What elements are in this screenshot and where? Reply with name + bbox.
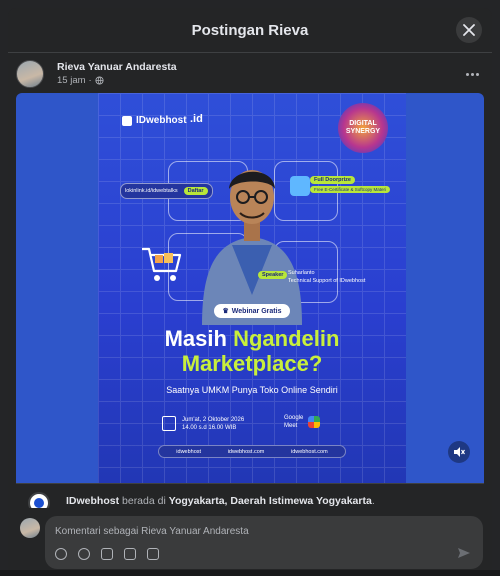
speaker-muted-icon [454,447,465,457]
calendar-icon [162,416,176,431]
caption-location-link[interactable]: Yogyakarta, Daerah Istimewa Yogyakarta [169,495,372,507]
poster-tagline: Saatnya UMKM Punya Toko Online Sendiri [166,385,338,395]
post-caption: IDwebhost berada di Yogyakarta, Daerah I… [16,483,484,514]
close-button[interactable] [456,17,482,43]
brand-label: IDwebhost [136,115,187,126]
post-meta: 15 jam · [57,75,104,86]
caption-page-link[interactable]: IDwebhost [66,495,119,507]
author-avatar[interactable] [16,60,44,88]
register-url: lokinlink.id/idwebtalks [125,188,178,194]
shopping-cart-icon [142,247,182,281]
headline-part-c: Marketplace? [181,351,323,376]
speaker-role: Technical Support of IDwebhost [288,278,366,284]
camera-icon[interactable] [101,548,113,560]
speaker-label: Speaker [258,271,288,279]
viewer-avatar[interactable] [20,518,40,538]
poster-headline: Masih Ngandelin Marketplace? [98,326,406,376]
doorprize-info: Full Doorprize Free E-Certificate & Soft… [310,176,391,193]
headline-part-b: Ngandelin [233,326,340,351]
speaker-name: Suharlanto [288,270,315,276]
comment-box[interactable] [45,516,483,569]
mute-button[interactable] [448,441,470,463]
modal-title: Postingan Rieva [191,21,309,39]
dot-icon [475,72,479,76]
modal-header: Postingan Rieva [8,8,492,53]
social-links-bar: idwebhost idwebhost.com idwebhost.com [158,445,346,458]
caption-mid: berada di [119,495,169,507]
badge-label: DIGITAL SYNERGY [345,120,381,135]
social-website: idwebhost.com [227,448,265,455]
google-meet-icon [308,416,320,428]
crown-icon: ♛ [222,308,229,315]
post-media[interactable]: IDwebhost .id DIGITAL SYNERGY lokinlink.… [16,93,484,483]
webinar-label: Webinar Gratis [231,307,282,315]
platform-label: Google Meet [284,415,304,429]
bottom-strip [0,570,500,576]
digital-synergy-badge: DIGITAL SYNERGY [338,103,388,153]
social-website-2: idwebhost.com [290,448,328,455]
post-modal: Postingan Rieva Rieva Yanuar Andaresta 1… [8,8,492,576]
event-time: 14.00 s.d 16.00 WIB [182,425,237,431]
send-icon[interactable] [457,547,471,559]
doorprize-label: Full Doorprize [310,176,355,184]
dot-icon [465,72,469,76]
dot-icon [470,72,474,76]
comment-composer [8,508,492,576]
event-datetime: Jum'at, 2 Oktober 2026 14.00 s.d 16.00 W… [182,416,244,432]
headline-part-a: Masih [164,326,234,351]
webinar-badge: ♛ Webinar Gratis [214,304,290,318]
more-options-button[interactable] [462,66,482,82]
speaker-photo [202,170,302,325]
caption-text: IDwebhost berada di Yogyakarta, Daerah I… [66,495,375,507]
emoji-icon[interactable] [78,548,90,560]
dotid-logo: .id [190,113,203,125]
comment-tools [55,548,159,560]
post-header: Rieva Yanuar Andaresta 15 jam · [16,60,484,90]
avatar-sticker-icon[interactable] [55,548,67,560]
close-icon [463,24,475,36]
caption-end: . [371,495,375,507]
gif-icon[interactable] [124,548,136,560]
idwebhost-mark-icon [122,115,132,126]
comment-input[interactable] [53,522,437,540]
webinar-poster: IDwebhost .id DIGITAL SYNERGY lokinlink.… [98,93,406,483]
globe-icon[interactable] [95,76,104,85]
social-handle: idwebhost [176,448,202,455]
event-date: Jum'at, 2 Oktober 2026 [182,417,245,423]
speaker-info: Speaker Suharlanto Technical Support of … [254,267,382,289]
author-name[interactable]: Rieva Yanuar Andaresta [57,61,177,73]
sticker-icon[interactable] [147,548,159,560]
post-time[interactable]: 15 jam [57,75,86,86]
meta-separator: · [88,75,92,86]
idwebhost-logo: IDwebhost [122,115,187,126]
perks-label: Free E-Certificate & Softcopy Materi [310,186,391,193]
